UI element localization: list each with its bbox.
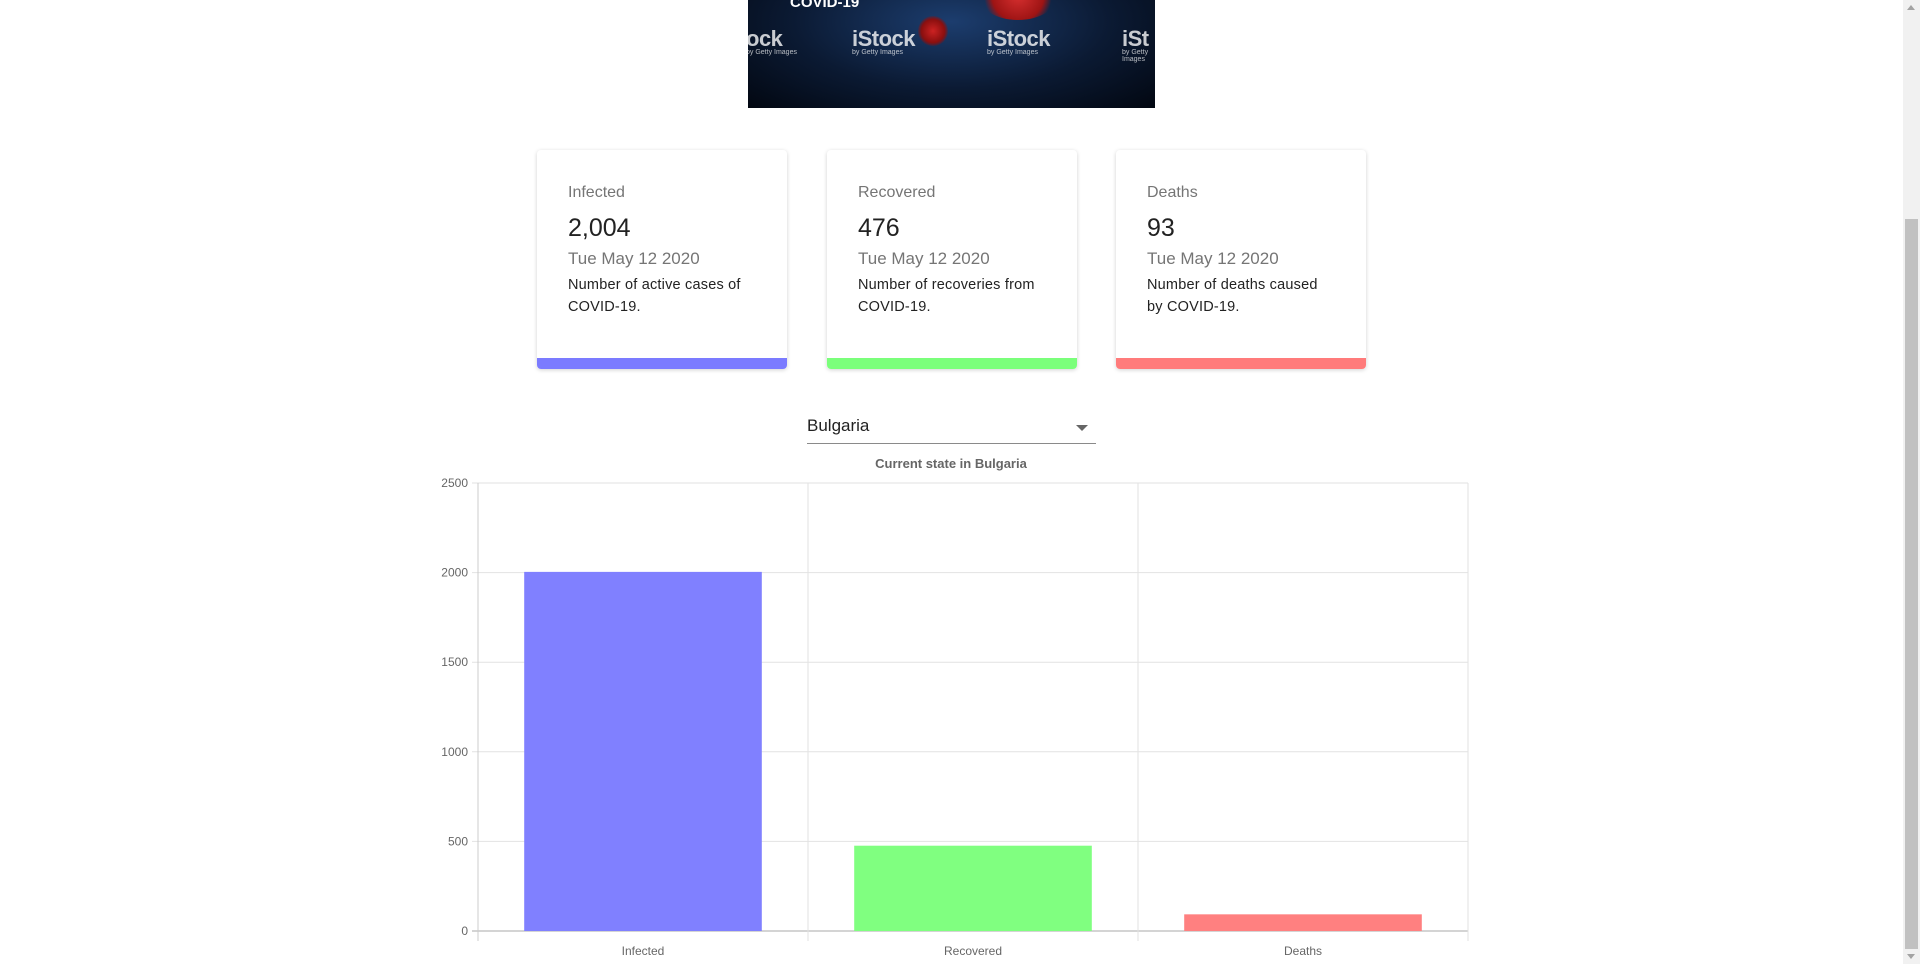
y-tick-label: 1000 [441,745,468,759]
scroll-up-arrow-icon[interactable] [1907,5,1915,10]
bar-infected [524,571,762,931]
x-tick-label: Recovered [944,944,1002,958]
y-tick-label: 2000 [441,566,468,580]
y-tick-label: 0 [461,924,468,938]
scrollbar-thumb[interactable] [1905,219,1918,949]
scrollbar[interactable] [1903,0,1920,964]
y-tick-label: 2500 [441,476,468,490]
x-tick-label: Deaths [1284,944,1322,958]
scroll-down-arrow-icon[interactable] [1907,954,1915,959]
bar-chart: 0 500 1000 1500 2000 2500 Infected Recovered Dea… [441,476,1469,958]
y-tick-label: 1500 [441,655,468,669]
bar-deaths [1184,914,1422,931]
x-tick-label: Infected [622,944,665,958]
y-tick-label: 500 [448,834,468,848]
bar-recovered [854,845,1092,931]
